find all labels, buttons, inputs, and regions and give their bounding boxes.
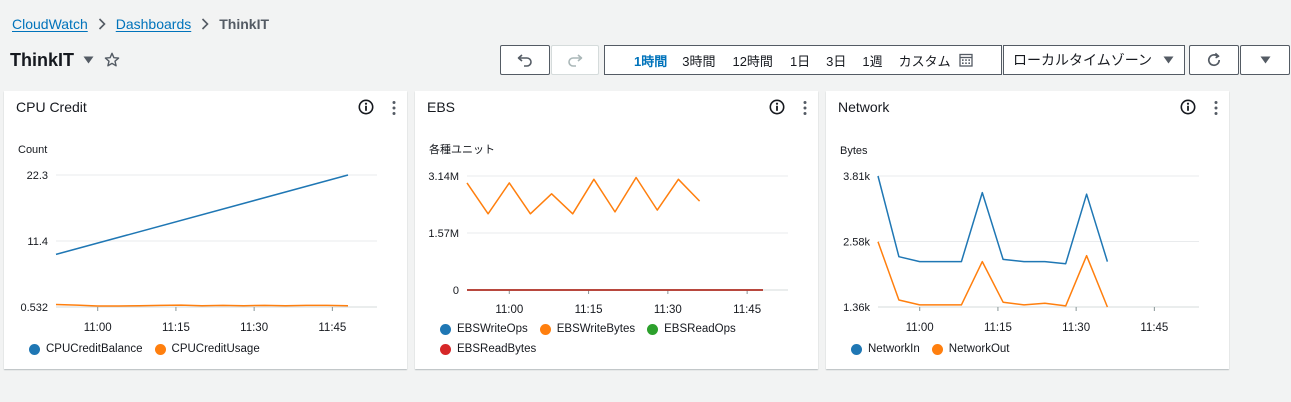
timezone-select[interactable]: ローカルタイムゾーン <box>1003 45 1185 75</box>
legend-item[interactable]: NetworkOut <box>931 343 1010 355</box>
redo-button[interactable] <box>551 45 599 75</box>
time-range-selector: 1時間 3時間 12時間 1日 3日 1週 カスタム <box>604 45 1002 75</box>
range-option-custom[interactable]: カスタム <box>899 51 951 70</box>
x-tick-label: 11:15 <box>162 322 190 334</box>
legend-swatch <box>440 323 451 335</box>
refresh-button[interactable] <box>1189 45 1239 75</box>
series-line-NetworkIn <box>877 175 1109 265</box>
x-tick-label: 11:30 <box>240 322 268 334</box>
legend-item[interactable]: CPUCreditBalance <box>29 343 143 355</box>
series-line-EBSWriteBytes <box>466 176 701 215</box>
breadcrumb-link-cloudwatch[interactable]: CloudWatch <box>12 16 88 32</box>
refresh-options-button[interactable] <box>1240 45 1290 75</box>
y-axis-label: Count <box>18 144 47 156</box>
legend-label: NetworkIn <box>868 343 920 355</box>
x-tick-label: 11:00 <box>84 322 112 334</box>
legend-item[interactable]: CPUCreditUsage <box>154 343 260 355</box>
range-option-1w[interactable]: 1週 <box>862 51 882 70</box>
network-chart: Bytes 3.81k 2.58k 1.36k 11:00 11:15 11:30 11:45 <box>840 145 1199 334</box>
legend-item[interactable]: EBSReadBytes <box>440 343 536 355</box>
range-option-12h[interactable]: 12時間 <box>732 51 772 70</box>
legend-swatch <box>647 323 659 335</box>
legend-swatch <box>29 343 40 355</box>
y-tick-label: 2.58k <box>843 237 870 249</box>
x-tick-label: 11:15 <box>984 322 1012 334</box>
legend-swatch <box>851 343 862 355</box>
range-option-1h[interactable]: 1時間 <box>634 51 667 70</box>
page-title: ThinkIT <box>10 49 74 70</box>
y-axis-label: 各種ユニット <box>429 142 495 156</box>
x-tick-label: 11:45 <box>733 304 761 316</box>
y-tick-label: 1.36k <box>843 302 870 314</box>
y-tick-label: 22.3 <box>27 170 48 182</box>
x-tick-label: 11:30 <box>1062 322 1090 334</box>
x-tick-label: 11:45 <box>1140 322 1168 334</box>
range-option-1d[interactable]: 1日 <box>790 51 810 70</box>
caret-down-icon[interactable] <box>83 56 94 64</box>
chevron-right-icon <box>201 18 209 30</box>
undo-button[interactable] <box>500 45 550 75</box>
x-tick-label: 11:00 <box>495 304 523 316</box>
legend-label: EBSWriteOps <box>457 323 528 335</box>
legend-item[interactable]: NetworkIn <box>851 343 920 355</box>
series-line-CPUCreditBalance <box>55 174 349 256</box>
legend-swatch <box>931 343 943 355</box>
calendar-icon[interactable] <box>959 53 973 67</box>
range-option-3h[interactable]: 3時間 <box>682 51 715 70</box>
legend-label: EBSWriteBytes <box>556 323 636 335</box>
y-tick-label: 11.4 <box>27 236 48 248</box>
series-line-CPUCreditUsage <box>55 303 349 307</box>
refresh-icon <box>1206 52 1222 68</box>
legend-label: NetworkOut <box>948 343 1010 355</box>
timezone-value: ローカルタイムゾーン <box>1013 52 1153 68</box>
breadcrumb: CloudWatch Dashboards ThinkIT <box>12 14 269 34</box>
widget-network: Network Bytes 3.81k 2.58k 1.36k 11:00 11:15 11… <box>826 91 1229 369</box>
y-axis-label: Bytes <box>840 145 868 157</box>
breadcrumb-current: ThinkIT <box>219 16 270 32</box>
redo-icon <box>567 53 583 67</box>
widget-cpu-credit: CPU Credit Count 22.3 11.4 0.532 11:00 11:15 1… <box>4 91 407 369</box>
legend-label: CPUCreditUsage <box>171 343 260 355</box>
caret-down-icon <box>1163 56 1174 64</box>
x-tick-label: 11:15 <box>575 304 603 316</box>
legend-label: CPUCreditBalance <box>46 343 143 355</box>
series-line-NetworkOut <box>877 241 1109 308</box>
x-tick-label: 11:00 <box>906 322 934 334</box>
title-row: ThinkIT <box>10 48 120 72</box>
widget-ebs: EBS 各種ユニット 3.14M 1.57M 0 11:00 11:15 11:30 11:4… <box>415 91 818 369</box>
y-tick-label: 3.81k <box>843 171 870 183</box>
x-tick-label: 11:45 <box>318 322 346 334</box>
legend-item[interactable]: EBSWriteBytes <box>539 323 636 335</box>
legend-swatch <box>539 323 551 335</box>
chart-legend: EBSWriteOps EBSWriteBytes EBSReadOps EBSRea… <box>440 323 810 363</box>
breadcrumb-link-dashboards[interactable]: Dashboards <box>116 16 192 32</box>
legend-swatch <box>440 343 451 355</box>
range-option-3d[interactable]: 3日 <box>826 51 846 70</box>
chevron-right-icon <box>98 18 106 30</box>
undo-icon <box>517 53 533 67</box>
legend-item[interactable]: EBSWriteOps <box>440 323 528 335</box>
chart-legend: NetworkIn NetworkOut <box>851 343 1221 363</box>
legend-swatch <box>154 343 166 355</box>
y-tick-label: 3.14M <box>428 171 459 183</box>
cpu-credit-chart: Count 22.3 11.4 0.532 11:00 11:15 11:30 11:45 <box>18 144 377 334</box>
caret-down-icon <box>1260 56 1271 64</box>
y-tick-label: 0 <box>453 285 459 297</box>
star-icon[interactable] <box>104 52 120 68</box>
legend-label: EBSReadBytes <box>457 343 537 355</box>
legend-label: EBSReadOps <box>664 323 736 335</box>
chart-legend: CPUCreditBalance CPUCreditUsage <box>29 343 399 363</box>
x-tick-label: 11:30 <box>654 304 682 316</box>
legend-item[interactable]: EBSReadOps <box>647 323 736 335</box>
y-tick-label: 0.532 <box>20 302 48 314</box>
y-tick-label: 1.57M <box>428 228 459 240</box>
